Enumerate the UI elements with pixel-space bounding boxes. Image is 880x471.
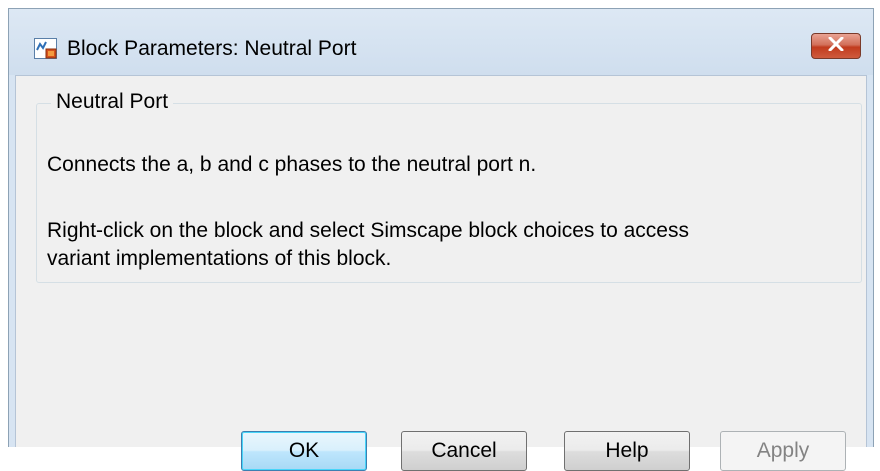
ok-button[interactable]: OK <box>241 431 367 471</box>
title-bar[interactable]: Block Parameters: Neutral Port <box>9 9 873 75</box>
description-text: Connects the a, b and c phases to the ne… <box>47 153 537 176</box>
close-button[interactable] <box>811 33 861 59</box>
apply-button[interactable]: Apply <box>720 431 846 471</box>
simulink-block-icon <box>34 38 58 60</box>
dialog-content: Neutral Port Connects the a, b and c pha… <box>15 75 867 471</box>
help-button[interactable]: Help <box>564 431 690 471</box>
variant-hint-line-1: Right-click on the block and select Sims… <box>47 219 689 242</box>
variant-hint-line-2: variant implementations of this block. <box>47 247 392 270</box>
cancel-button[interactable]: Cancel <box>401 431 527 471</box>
close-icon <box>828 36 844 56</box>
dialog-window: Block Parameters: Neutral Port Neutral P… <box>8 8 874 471</box>
variant-hint-text: Right-click on the block and select Sims… <box>47 217 689 273</box>
window-title: Block Parameters: Neutral Port <box>67 37 357 60</box>
group-title: Neutral Port <box>51 90 174 114</box>
description-group: Neutral Port Connects the a, b and c pha… <box>36 90 862 283</box>
